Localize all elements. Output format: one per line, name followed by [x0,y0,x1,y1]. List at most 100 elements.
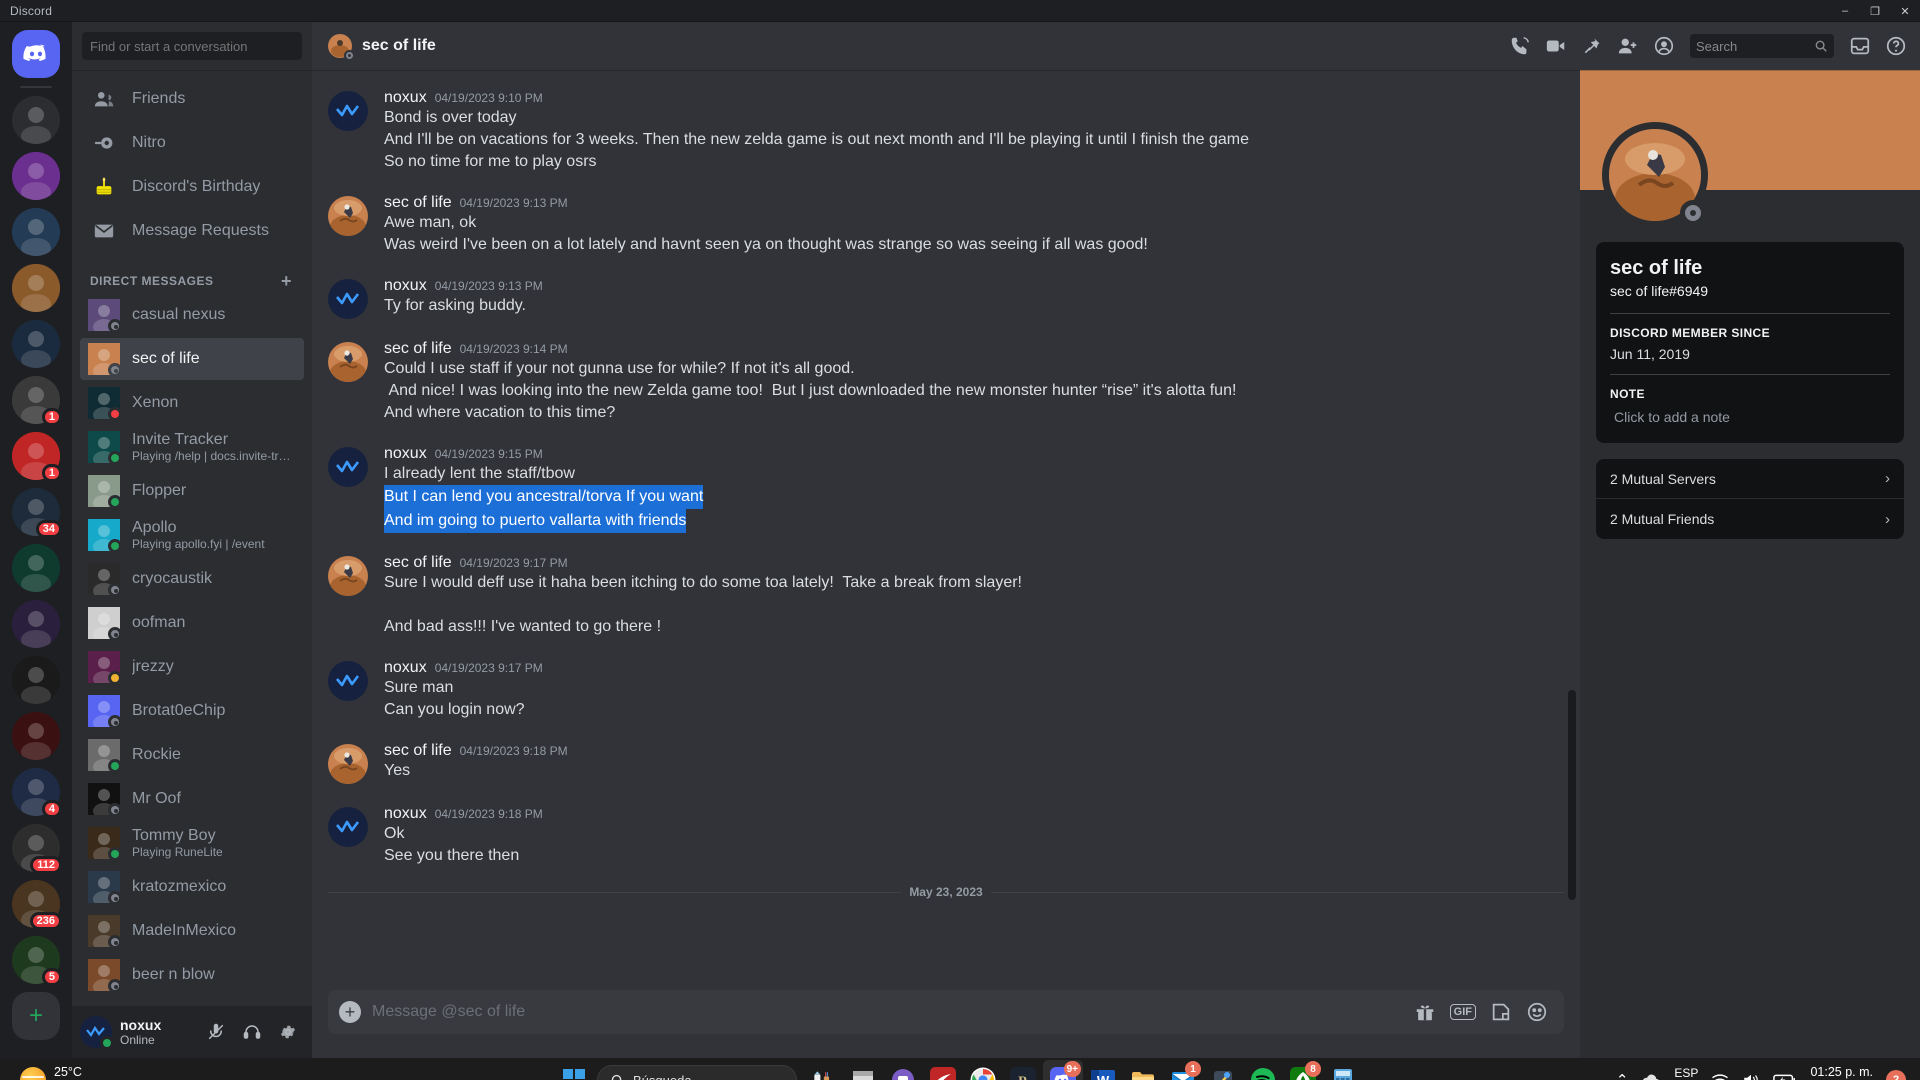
add-friends-button[interactable] [1612,30,1644,62]
pinned-messages-button[interactable] [1576,30,1608,62]
message-author[interactable]: sec of life [384,194,452,212]
new-dm-button[interactable]: + [281,272,296,290]
guild-item-guild-black-market[interactable] [12,712,60,760]
dm-item-flopper[interactable]: Flopper [80,470,304,512]
start-video-call-button[interactable] [1540,30,1572,62]
message-input[interactable]: Message @sec of life [372,1003,1414,1021]
taskbar-teams-icon[interactable] [883,1060,923,1080]
wifi-icon[interactable] [1711,1073,1729,1080]
dm-search-input[interactable] [82,32,302,60]
guild-item-home[interactable] [12,30,60,78]
dm-item-sec-of-life[interactable]: sec of life [80,338,304,380]
start-voice-call-button[interactable] [1504,30,1536,62]
sidebar-item-nitro[interactable]: Nitro [80,122,304,164]
dm-item-jrezzy[interactable]: jrezzy [80,646,304,688]
guild-item-guild-full-send[interactable]: 1 [12,432,62,482]
emoji-icon[interactable] [1526,1001,1548,1023]
avatar[interactable] [328,556,368,596]
gift-icon[interactable] [1414,1001,1436,1023]
attach-button[interactable]: + [328,990,372,1034]
message-scrollbar[interactable] [1568,70,1578,990]
guild-item-guild-1[interactable] [12,96,60,144]
taskbar-app-red-icon[interactable] [923,1060,963,1080]
taskbar-file-explorer-icon[interactable] [843,1060,883,1080]
onedrive-icon[interactable] [1641,1073,1661,1080]
message-author[interactable]: sec of life [384,340,452,358]
taskbar-clock[interactable]: 01:25 p. m. 18/06/2023 [1810,1065,1873,1080]
avatar[interactable] [328,196,368,236]
sidebar-item-discord-s-birthday[interactable]: Discord's Birthday [80,166,304,208]
profile-avatar[interactable] [1602,122,1708,228]
message-author[interactable]: sec of life [384,554,452,572]
help-icon[interactable] [1880,30,1912,62]
dm-item-mr-oof[interactable]: Mr Oof [80,778,304,820]
taskbar-widgets-icon[interactable] [803,1060,843,1080]
avatar[interactable] [328,744,368,784]
taskbar-word-icon[interactable]: W [1083,1060,1123,1080]
tray-expand-chevron-icon[interactable]: ⌃ [1616,1071,1629,1080]
guild-item-guild-4[interactable] [12,264,60,312]
guild-item-guild-2[interactable] [12,152,60,200]
guild-item-guild-11[interactable] [12,656,60,704]
mutual-friends-row[interactable]: 2 Mutual Friends › [1596,499,1904,539]
dm-item-invite-tracker[interactable]: Invite Tracker Playing /help | docs.invit… [80,426,304,468]
dm-item-cryocaustik[interactable]: cryocaustik [80,558,304,600]
taskbar-weather-widget[interactable]: 25°C Bruma [0,1065,300,1080]
volume-icon[interactable] [1742,1072,1760,1080]
guild-item-guild-10[interactable] [12,600,60,648]
message-author[interactable]: noxux [384,89,427,107]
taskbar-discord-icon[interactable]: 9+ [1043,1060,1083,1080]
dm-item-rockie[interactable]: Rockie [80,734,304,776]
chat-search-input[interactable]: Search [1690,34,1834,58]
user-panel-names[interactable]: noxux Online [120,1017,200,1047]
message-author[interactable]: noxux [384,445,427,463]
gif-button[interactable]: GIF [1449,1004,1476,1020]
battery-charging-icon[interactable] [1773,1073,1797,1080]
dm-item-kratozmexico[interactable]: kratozmexico [80,866,304,908]
close-button[interactable]: ✕ [1890,0,1920,22]
guild-item-guild-9[interactable] [12,544,60,592]
scrollbar-thumb[interactable] [1568,690,1576,900]
dm-item-apollo[interactable]: Apollo Playing apollo.fyi | /event [80,514,304,556]
taskbar-xbox-icon[interactable]: 8 [1283,1060,1323,1080]
language-indicator[interactable]: ESP LAA [1674,1066,1698,1080]
message-list[interactable]: noxux 04/19/2023 9:10 PM Bond is over toda… [312,70,1580,990]
guild-item-guild-true-gv[interactable]: 34 [12,488,62,538]
guild-rail[interactable]: 1 1 34 4 112 236 5 + [0,22,72,1058]
windows-start-icon[interactable] [557,1063,591,1080]
message-author[interactable]: noxux [384,659,427,677]
guild-item-guild-14[interactable]: 112 [12,824,62,874]
sidebar-item-friends[interactable]: Friends [80,78,304,120]
maximize-button[interactable]: ❐ [1860,0,1890,22]
avatar[interactable] [328,91,368,131]
notification-badge[interactable]: 2 [1886,1070,1906,1080]
avatar[interactable] [328,342,368,382]
message-author[interactable]: noxux [384,277,427,295]
toggle-profile-button[interactable] [1648,30,1680,62]
dm-item-beer-n-blow[interactable]: beer n blow [80,954,304,996]
gear-icon[interactable] [272,1016,304,1048]
message-composer[interactable]: + Message @sec of life GIF [328,990,1564,1034]
avatar[interactable] [80,1016,114,1050]
guild-item-guild-15[interactable]: 236 [12,880,62,930]
taskbar-chrome-icon[interactable] [963,1060,1003,1080]
mutual-servers-row[interactable]: 2 Mutual Servers › [1596,459,1904,499]
taskbar-folder-icon[interactable] [1123,1060,1163,1080]
taskbar-calculator-icon[interactable] [1323,1060,1363,1080]
dm-item-brotat0echip[interactable]: Brotat0eChip [80,690,304,732]
dm-item-tommy-boy[interactable]: Tommy Boy Playing RuneLite [80,822,304,864]
taskbar-search-input[interactable]: Búsqueda [597,1065,797,1080]
dm-item-oofman[interactable]: oofman [80,602,304,644]
dm-item-xenon[interactable]: Xenon [80,382,304,424]
avatar[interactable] [328,447,368,487]
headset-icon[interactable] [236,1016,268,1048]
avatar[interactable] [328,279,368,319]
avatar[interactable] [328,661,368,701]
taskbar-spotify-icon[interactable] [1243,1060,1283,1080]
avatar[interactable] [328,807,368,847]
dm-item-madeinmexico[interactable]: MadeInMexico [80,910,304,952]
dm-item-casual-nexus[interactable]: casual nexus [80,294,304,336]
sticker-icon[interactable] [1490,1001,1512,1023]
inbox-icon[interactable] [1844,30,1876,62]
guild-item-guild-16[interactable]: 5 [12,936,62,986]
